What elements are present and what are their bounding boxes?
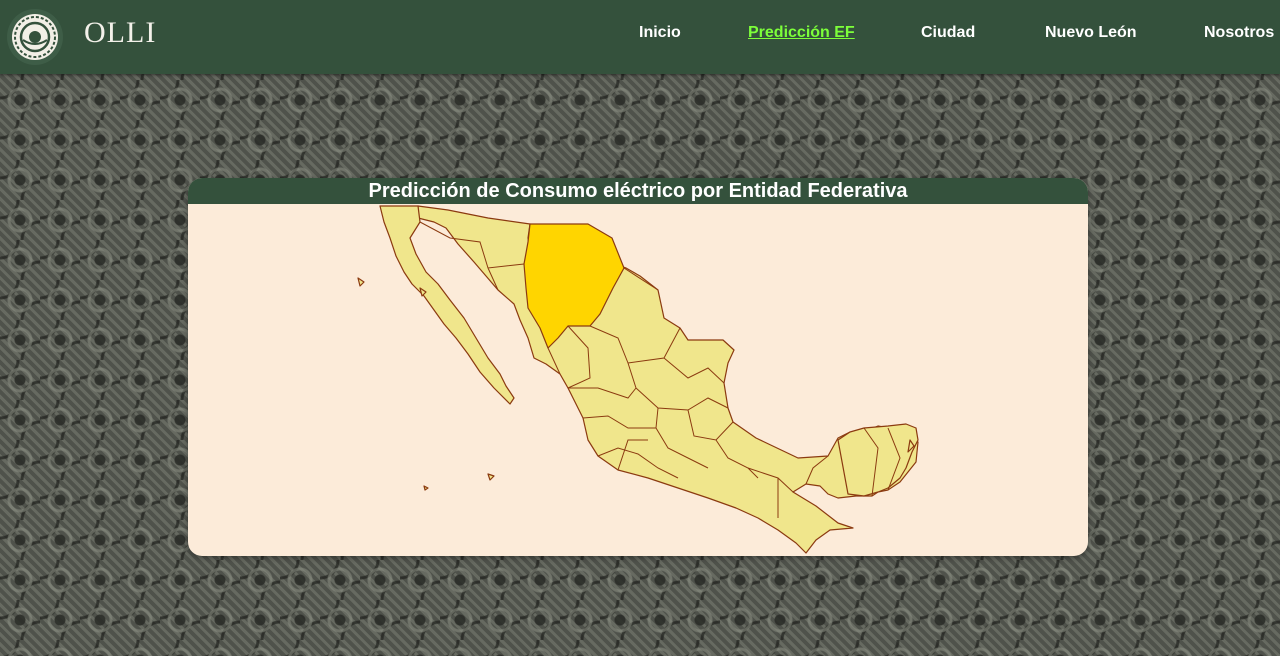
card-title: Predicción de Consumo eléctrico por Enti… <box>188 178 1088 204</box>
mexico-map <box>357 205 919 554</box>
nav-link-inicio[interactable]: Inicio <box>639 24 681 42</box>
yucatan-peninsula <box>837 423 919 497</box>
navbar: OLLI Inicio Predicción EF Ciudad Nuevo L… <box>0 0 1280 74</box>
island-1 <box>357 277 365 287</box>
brand-name[interactable]: OLLI <box>84 16 156 50</box>
prediction-card: Predicción de Consumo eléctrico por Enti… <box>188 178 1088 556</box>
nav-link-nuevo-leon[interactable]: Nuevo León <box>1045 24 1137 42</box>
nav-link-ciudad[interactable]: Ciudad <box>921 24 975 42</box>
nav-link-nosotros[interactable]: Nosotros <box>1204 24 1274 42</box>
island-3 <box>487 473 495 481</box>
nav-link-prediccion-ef[interactable]: Predicción EF <box>748 24 855 42</box>
olli-logo-icon[interactable] <box>6 8 64 66</box>
island-4 <box>423 485 429 491</box>
